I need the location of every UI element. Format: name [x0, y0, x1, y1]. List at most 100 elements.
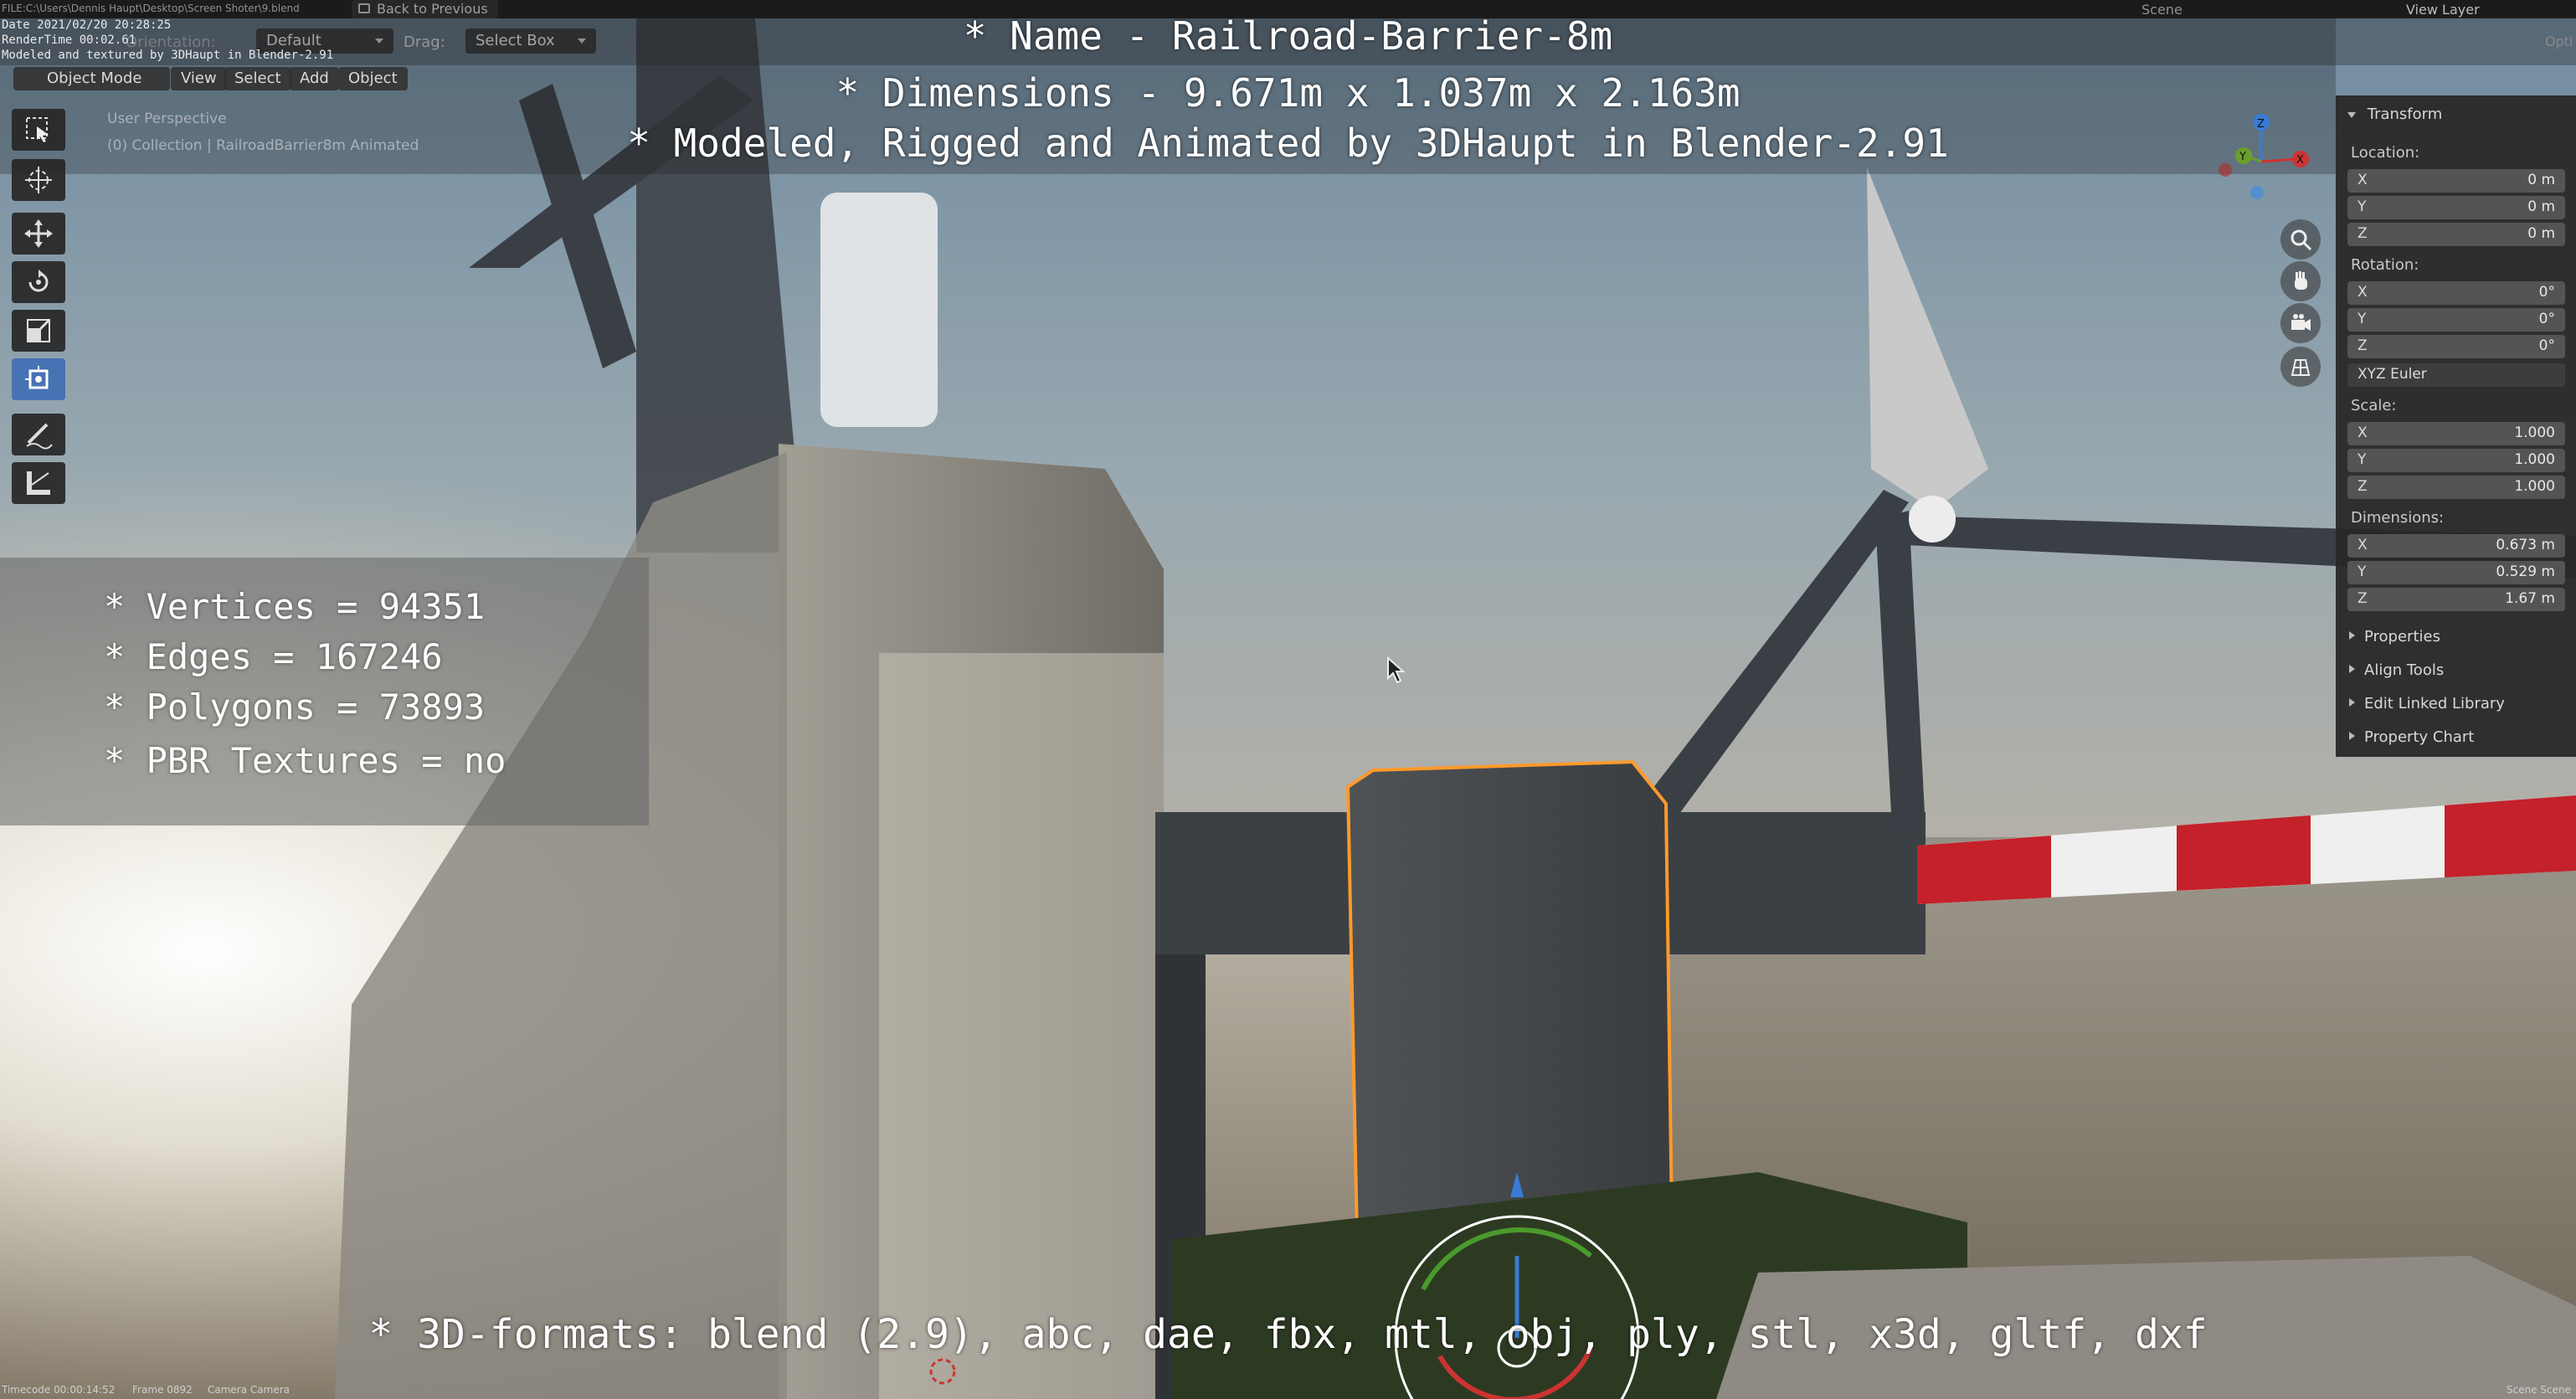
dimensions-x-field[interactable]: X 0.673 m: [2347, 534, 2565, 558]
view-menu[interactable]: View: [171, 67, 227, 90]
zoom-button[interactable]: [2280, 219, 2321, 260]
gizmo-y-label: Y: [2239, 151, 2246, 163]
mode-dropdown[interactable]: Object Mode: [13, 67, 171, 90]
stat-polygons: * Polygons = 73893: [104, 687, 486, 728]
axis-label: X: [2357, 284, 2368, 301]
overlay-date: Date 2021/02/20 20:28:25: [2, 18, 172, 32]
pan-hand-icon: [2295, 271, 2307, 290]
rotate-icon: [28, 270, 49, 292]
annotate-icon: [26, 423, 53, 450]
subpanel-align-tools[interactable]: Align Tools: [2347, 656, 2572, 685]
scale-x-field[interactable]: X 1.000: [2347, 422, 2565, 445]
field-value: 0°: [2538, 311, 2555, 327]
add-menu[interactable]: Add: [290, 67, 339, 90]
status-camera: Camera Camera: [208, 1384, 290, 1396]
rotation-x-field[interactable]: X 0°: [2347, 281, 2565, 305]
blender-window: FILE:C:\Users\Dennis Haupt\Desktop\Scree…: [0, 0, 2576, 1399]
stat-pbr: * PBR Textures = no: [104, 740, 506, 781]
field-value: 0.529 m: [2496, 563, 2555, 580]
axis-label: X: [2357, 424, 2368, 441]
location-z-field[interactable]: Z 0 m: [2347, 223, 2565, 246]
subpanel-label: Properties: [2364, 628, 2440, 645]
subpanel-label: Property Chart: [2364, 728, 2475, 746]
field-value: 0.673 m: [2496, 537, 2555, 553]
move-icon: [24, 219, 53, 248]
status-scene: Scene Scene: [2507, 1384, 2571, 1396]
status-frame: Frame 0892: [132, 1384, 193, 1396]
location-y-field[interactable]: Y 0 m: [2347, 196, 2565, 219]
formats-caption: * 3D-formats: blend (2.9), abc, dae, fbx…: [368, 1311, 2208, 1358]
field-value: 0 m: [2527, 225, 2555, 242]
location-x-field[interactable]: X 0 m: [2347, 169, 2565, 193]
scale-y-field[interactable]: Y 1.000: [2347, 449, 2565, 472]
grid-icon: [2291, 359, 2311, 376]
mode-label: Object Mode: [47, 69, 142, 87]
axis-label: Z: [2357, 590, 2368, 607]
cursor-icon: [25, 167, 52, 193]
stat-vertices: * Vertices = 94351: [104, 586, 486, 627]
dimensions-z-field[interactable]: Z 1.67 m: [2347, 588, 2565, 611]
tool-cursor[interactable]: [12, 159, 65, 201]
select-menu[interactable]: Select: [224, 67, 291, 90]
field-value: 1.000: [2514, 424, 2555, 441]
collection-name: (0) Collection | RailroadBarrier8m Anima…: [107, 137, 419, 154]
dimensions-y-field[interactable]: Y 0.529 m: [2347, 561, 2565, 584]
cursor-pointer-icon: [1387, 656, 1406, 684]
subpanel-label: Edit Linked Library: [2364, 695, 2505, 712]
field-value: 0 m: [2527, 198, 2555, 215]
status-timecode: Timecode 00:00:14:52: [2, 1384, 116, 1396]
axis-label: Y: [2357, 311, 2367, 327]
axis-label: Y: [2357, 198, 2367, 215]
rotation-y-field[interactable]: Y 0°: [2347, 308, 2565, 332]
field-value: 0°: [2538, 337, 2555, 354]
rotation-z-field[interactable]: Z 0°: [2347, 335, 2565, 358]
field-value: 1.67 m: [2505, 590, 2555, 607]
chevron-right-icon: [2349, 732, 2355, 740]
tool-annotate[interactable]: [12, 414, 65, 455]
tool-move[interactable]: [12, 213, 65, 255]
field-value: 0 m: [2527, 172, 2555, 188]
select-box-icon: [26, 117, 49, 142]
scale-z-field[interactable]: Z 1.000: [2347, 476, 2565, 499]
measure-icon: [27, 471, 50, 495]
sidebar-n-panel: Transform Location: X 0 m Y 0 m Z 0 m Rotat…: [2336, 95, 2576, 757]
status-bar: Timecode 00:00:14:52 Frame 0892 Camera C…: [0, 1384, 2576, 1399]
location-label: Location:: [2351, 144, 2420, 162]
zoom-icon: [2291, 229, 2312, 251]
rotation-mode-value: XYZ Euler: [2357, 366, 2427, 383]
transform-title: Transform: [2367, 105, 2443, 123]
transform-icon: [25, 366, 49, 389]
subpanel-properties[interactable]: Properties: [2347, 623, 2572, 651]
stat-edges: * Edges = 167246: [104, 636, 443, 677]
tool-transform[interactable]: [12, 358, 65, 400]
axis-label: Z: [2357, 478, 2368, 495]
axis-label: Z: [2357, 337, 2368, 354]
camera-view-button[interactable]: [2280, 303, 2321, 343]
chevron-right-icon: [2349, 631, 2355, 640]
field-value: 1.000: [2514, 478, 2555, 495]
transform-header[interactable]: Transform: [2347, 105, 2442, 123]
axis-label: Y: [2357, 563, 2367, 580]
overlay-rendertime: RenderTime 00:02.61: [2, 33, 136, 47]
object-menu[interactable]: Object: [338, 67, 408, 90]
subpanel-property-chart[interactable]: Property Chart: [2347, 723, 2572, 752]
rotation-mode-dropdown[interactable]: XYZ Euler: [2347, 363, 2565, 387]
ortho-toggle-button[interactable]: [2280, 347, 2321, 387]
subpanel-edit-linked-library[interactable]: Edit Linked Library: [2347, 690, 2572, 718]
chevron-right-icon: [2349, 665, 2355, 673]
axis-label: Y: [2357, 451, 2367, 468]
camera-icon: [2291, 314, 2311, 331]
dimensions-label: Dimensions:: [2351, 509, 2445, 527]
tool-measure[interactable]: [12, 462, 65, 504]
scale-label: Scale:: [2351, 397, 2397, 414]
overlay-credit: Modeled and textured by 3DHaupt in Blend…: [2, 49, 334, 62]
tool-rotate[interactable]: [12, 261, 65, 303]
view-name: User Perspective: [107, 111, 227, 127]
navigation-gizmo[interactable]: Z X Y: [2207, 107, 2316, 216]
tool-scale[interactable]: [12, 310, 65, 352]
axis-label: X: [2357, 537, 2368, 553]
pan-button[interactable]: [2280, 261, 2321, 301]
scale-icon: [27, 319, 50, 342]
subpanel-label: Align Tools: [2364, 661, 2445, 679]
tool-select-box[interactable]: [12, 109, 65, 151]
